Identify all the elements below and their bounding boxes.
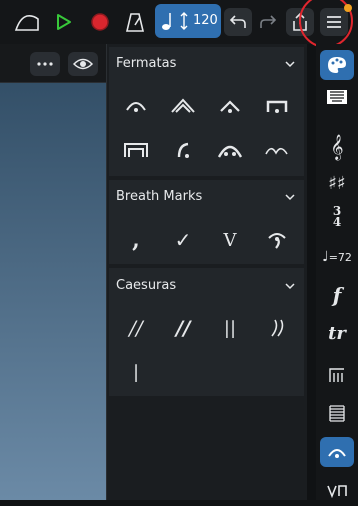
- upbow-breath-symbol[interactable]: V: [214, 226, 246, 254]
- play-icon[interactable]: [50, 6, 76, 38]
- tempo-icon[interactable]: ♩ =72: [320, 242, 354, 272]
- fermata-symbol[interactable]: [120, 92, 152, 120]
- chevron-down-icon[interactable]: [284, 191, 296, 203]
- more-icon: [37, 62, 53, 66]
- fermata-icon[interactable]: [320, 437, 354, 467]
- right-sidebar: [316, 44, 358, 500]
- chevron-down-icon[interactable]: [284, 280, 296, 292]
- undo-button[interactable]: [224, 8, 252, 36]
- layout-icon[interactable]: [320, 398, 354, 428]
- divider: [0, 82, 106, 83]
- very-long-fermata-dots-symbol[interactable]: [214, 136, 246, 164]
- comma-breath-symbol[interactable]: ,: [120, 226, 152, 254]
- repeats-icon[interactable]: [320, 360, 354, 390]
- keyboard-icon[interactable]: [320, 82, 354, 112]
- redo-button[interactable]: [256, 6, 280, 38]
- long-henze-fermata-symbol[interactable]: [120, 136, 152, 164]
- tempo-label: =72: [328, 250, 352, 264]
- dynamics-icon[interactable]: f: [320, 280, 354, 310]
- undo-icon: [229, 15, 246, 28]
- short-caesura-symbol[interactable]: |: [120, 358, 152, 386]
- tempo-arrows-icon: [180, 12, 188, 30]
- very-short-fermata-symbol[interactable]: [261, 136, 293, 164]
- record-icon[interactable]: [86, 6, 114, 38]
- curved-caesura-symbol[interactable]: [261, 314, 293, 342]
- notification-dot: [344, 4, 352, 12]
- time-sig-bottom: 4: [332, 215, 342, 229]
- score-canvas[interactable]: [0, 44, 106, 500]
- metronome-icon[interactable]: [122, 6, 148, 38]
- treble-clef-icon[interactable]: 𝄞: [320, 132, 354, 162]
- tempo-control[interactable]: 120: [155, 4, 221, 38]
- articulation-icon[interactable]: [320, 476, 354, 506]
- tick-breath-symbol[interactable]: ✓: [167, 226, 199, 254]
- palette-icon[interactable]: [320, 50, 354, 80]
- more-button[interactable]: [30, 52, 60, 76]
- short-fermata-symbol[interactable]: [214, 92, 246, 120]
- curve-icon[interactable]: [12, 6, 42, 38]
- tempo-value: 120: [193, 13, 218, 28]
- chevron-down-icon[interactable]: [284, 58, 296, 70]
- ornaments-icon[interactable]: tr: [320, 318, 354, 348]
- redo-icon: [260, 15, 277, 28]
- time-signature-icon[interactable]: 3 4: [320, 202, 354, 232]
- caesuras-title[interactable]: Caesuras: [116, 278, 176, 293]
- salzedo-breath-symbol[interactable]: [261, 226, 293, 254]
- key-signature-icon[interactable]: ♯♯: [320, 168, 354, 198]
- straight-caesura-symbol[interactable]: ||: [214, 314, 246, 342]
- fermatas-title[interactable]: Fermatas: [116, 56, 176, 71]
- tempo-note-icon: [162, 13, 171, 30]
- very-long-fermata-symbol[interactable]: [167, 92, 199, 120]
- caesura-symbol[interactable]: //: [120, 314, 152, 342]
- breath-marks-title[interactable]: Breath Marks: [116, 189, 202, 204]
- thick-caesura-symbol[interactable]: //: [167, 314, 199, 342]
- view-button[interactable]: [68, 52, 98, 76]
- short-henze-fermata-symbol[interactable]: [167, 136, 199, 164]
- long-fermata-symbol[interactable]: [261, 92, 293, 120]
- eye-icon: [73, 58, 93, 70]
